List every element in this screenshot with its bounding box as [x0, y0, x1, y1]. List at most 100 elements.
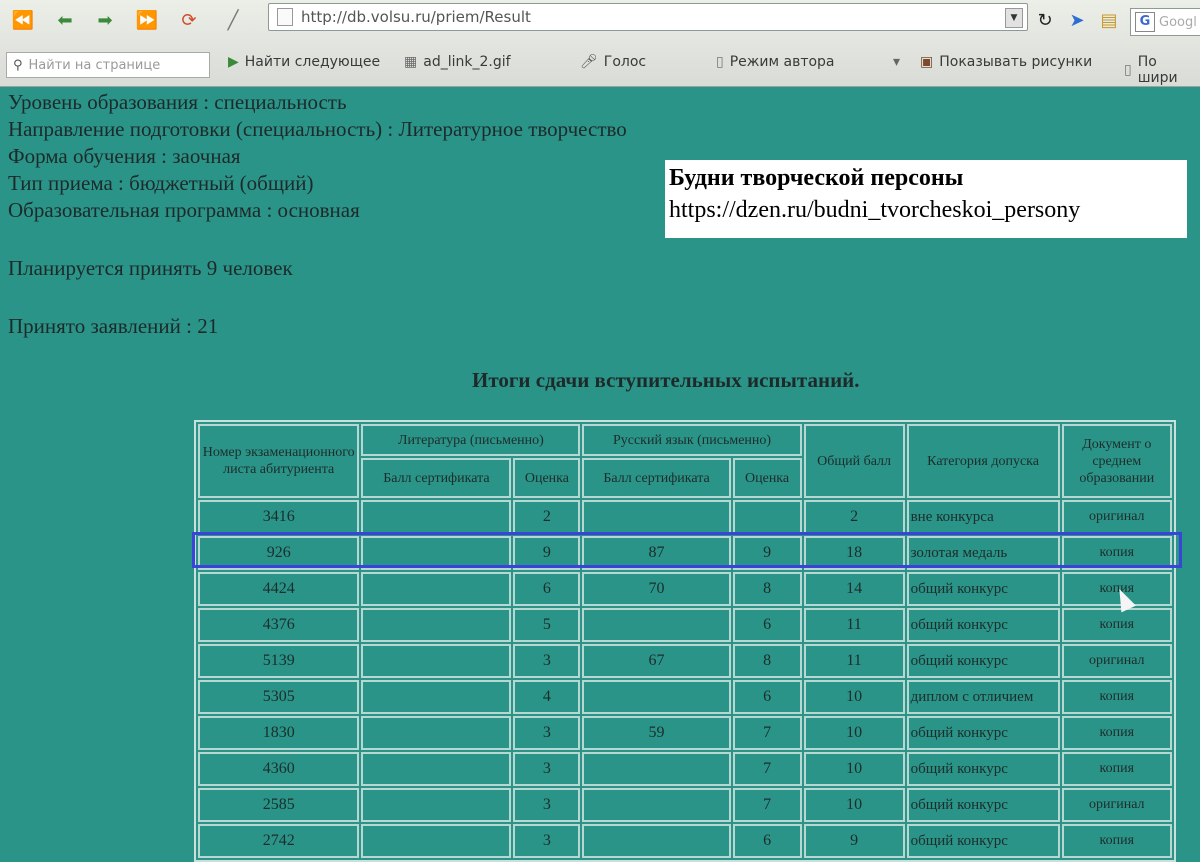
- cell-document: копия: [1061, 752, 1172, 786]
- attachment-button[interactable]: ▦ ad_link_2.gif: [404, 54, 511, 70]
- fit-width-label: По шири: [1137, 54, 1178, 86]
- google-icon: G: [1135, 12, 1155, 32]
- cell-lit-cert: [361, 572, 512, 606]
- cell-lit-cert: [361, 680, 512, 714]
- cell-lit-grade: 2: [513, 500, 581, 534]
- header-literature: Литература (письменно): [361, 424, 581, 456]
- table-row: 5139 3 67 8 11 общий конкурс оригинал: [198, 644, 1172, 678]
- picture-icon: ▣: [920, 54, 934, 70]
- watermark-url: https://dzen.ru/budni_tvorcheskoi_person…: [669, 197, 1081, 223]
- cell-lit-cert: [361, 752, 512, 786]
- table-row: 3416 2 2 вне конкурса оригинал: [198, 500, 1172, 534]
- header-russian: Русский язык (письменно): [582, 424, 802, 456]
- author-mode-button[interactable]: ▯ Режим автора: [716, 54, 835, 70]
- cell-rus-grade: [732, 500, 802, 534]
- cell-document: оригинал: [1061, 500, 1172, 534]
- table-row: 4424 6 70 8 14 общий конкурс копия: [198, 572, 1172, 606]
- cell-lit-cert: [361, 500, 512, 534]
- cell-document: копия: [1061, 680, 1172, 714]
- cell-rus-cert: [582, 788, 731, 822]
- cell-lit-cert: [361, 644, 512, 678]
- cell-category: общий конкурс: [906, 752, 1060, 786]
- cell-number: 2742: [198, 824, 360, 858]
- cell-rus-cert: [582, 752, 731, 786]
- header-category: Категория допуска: [906, 424, 1060, 498]
- reload-icon[interactable]: ⟳: [174, 6, 204, 34]
- table-row: 926 9 87 9 18 золотая медаль копия: [198, 536, 1172, 570]
- cell-rus-grade: 6: [732, 608, 802, 642]
- cell-document: копия: [1061, 608, 1172, 642]
- stop-icon[interactable]: ╱: [218, 6, 248, 34]
- table-header-row: Номер экзаменационного листа абитуриента…: [198, 424, 1172, 498]
- back-history-icon[interactable]: ⏪: [8, 6, 38, 34]
- cell-rus-cert: 87: [582, 536, 731, 570]
- cell-rus-cert: 67: [582, 644, 731, 678]
- cell-document: копия: [1061, 824, 1172, 858]
- cell-number: 3416: [198, 500, 360, 534]
- navigation-toolbar: ⏪ ⬅ ➡ ⏩ ⟳ ╱ http://db.volsu.ru/priem/Res…: [0, 0, 1200, 42]
- cell-rus-grade: 8: [732, 572, 802, 606]
- study-form: Форма обучения : заочная: [8, 144, 241, 168]
- fit-width-icon: ▯: [1124, 62, 1132, 78]
- table-row: 5305 4 6 10 диплом с отличием копия: [198, 680, 1172, 714]
- table-row: 2742 3 6 9 общий конкурс копия: [198, 824, 1172, 858]
- cell-document: оригинал: [1061, 788, 1172, 822]
- find-input[interactable]: ⚲ Найти на странице: [6, 52, 210, 78]
- find-next-button[interactable]: ▶ Найти следующее: [228, 54, 380, 70]
- cell-rus-cert: 70: [582, 572, 731, 606]
- cell-rus-cert: [582, 680, 731, 714]
- back-icon[interactable]: ⬅: [50, 6, 80, 34]
- table-row: 1830 3 59 7 10 общий конкурс копия: [198, 716, 1172, 750]
- cell-lit-cert: [361, 716, 512, 750]
- education-level: Уровень образования : специальность: [8, 90, 347, 114]
- planned-intake: Планируется принять 9 человек: [8, 256, 293, 280]
- cell-lit-grade: 9: [513, 536, 581, 570]
- table-row: 2585 3 7 10 общий конкурс оригинал: [198, 788, 1172, 822]
- cell-total: 10: [803, 716, 905, 750]
- go-icon[interactable]: ↻: [1030, 6, 1060, 34]
- header-total: Общий балл: [803, 424, 905, 498]
- attachment-label: ad_link_2.gif: [423, 54, 511, 70]
- watermark-box: Будни творческой персоны https://dzen.ru…: [665, 160, 1187, 238]
- cell-category: общий конкурс: [906, 788, 1060, 822]
- show-images-button[interactable]: ▣ Показывать рисунки: [920, 54, 1092, 70]
- voice-button[interactable]: 🎤︎ Голос: [580, 54, 646, 70]
- author-mode-label: Режим автора: [729, 54, 835, 70]
- page-content: Уровень образования : специальность Напр…: [0, 86, 1200, 862]
- watermark-title: Будни творческой персоны: [669, 165, 964, 191]
- find-next-icon: ▶: [228, 54, 239, 70]
- cell-number: 2585: [198, 788, 360, 822]
- cell-rus-grade: 9: [732, 536, 802, 570]
- cell-category: общий конкурс: [906, 716, 1060, 750]
- header-rus-grade: Оценка: [732, 458, 802, 498]
- address-dropdown-icon[interactable]: ▼: [1005, 8, 1023, 28]
- cell-total: 10: [803, 752, 905, 786]
- cell-lit-grade: 3: [513, 788, 581, 822]
- cell-category: общий конкурс: [906, 608, 1060, 642]
- cell-total: 11: [803, 608, 905, 642]
- toolbar-dropdown-icon[interactable]: ▾: [893, 54, 900, 70]
- document-icon: ▯: [716, 54, 724, 70]
- table-row: 4376 5 6 11 общий конкурс копия: [198, 608, 1172, 642]
- cell-total: 10: [803, 788, 905, 822]
- cell-lit-grade: 3: [513, 716, 581, 750]
- cell-document: копия: [1061, 536, 1172, 570]
- forward-history-icon[interactable]: ⏩: [132, 6, 162, 34]
- cell-category: диплом с отличием: [906, 680, 1060, 714]
- browser-chrome: ⏪ ⬅ ➡ ⏩ ⟳ ╱ http://db.volsu.ru/priem/Res…: [0, 0, 1200, 87]
- forward-icon[interactable]: ➡: [90, 6, 120, 34]
- cell-number: 4424: [198, 572, 360, 606]
- search-box[interactable]: G Googl: [1130, 8, 1200, 36]
- cell-lit-grade: 3: [513, 752, 581, 786]
- header-lit-grade: Оценка: [513, 458, 581, 498]
- page-tools-icon[interactable]: ▤: [1094, 6, 1124, 34]
- bookmark-icon[interactable]: ➤: [1062, 6, 1092, 34]
- fit-width-button[interactable]: ▯ По шири: [1124, 54, 1200, 86]
- search-placeholder: Googl: [1159, 14, 1197, 30]
- show-images-label: Показывать рисунки: [939, 54, 1093, 70]
- address-bar[interactable]: http://db.volsu.ru/priem/Result: [268, 3, 1028, 31]
- results-title: Итоги сдачи вступительных испытаний.: [472, 368, 860, 392]
- page-icon: [277, 8, 293, 26]
- cell-rus-cert: 59: [582, 716, 731, 750]
- header-document: Документ о среднем образовании: [1061, 424, 1172, 498]
